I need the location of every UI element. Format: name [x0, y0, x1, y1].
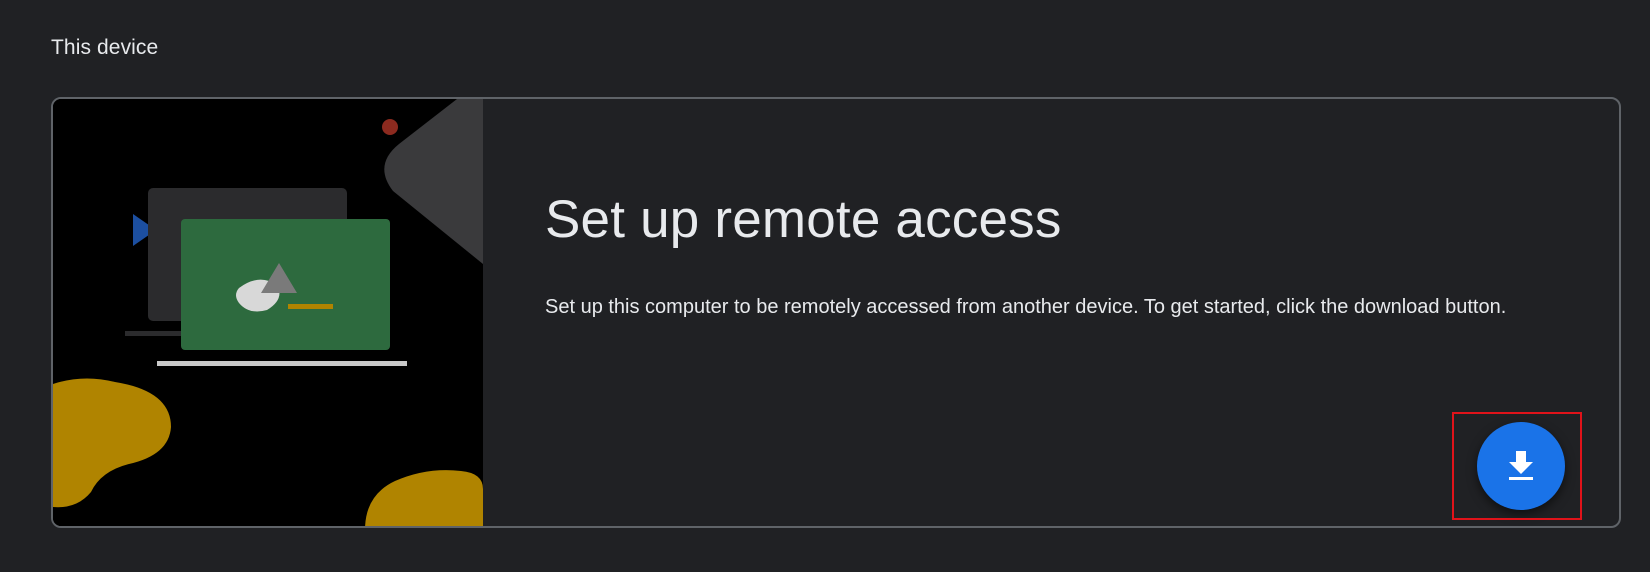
setup-remote-access-card: Set up remote access Set up this compute… [51, 97, 1621, 528]
card-description: Set up this computer to be remotely acce… [545, 296, 1507, 318]
remote-access-illustration [53, 99, 483, 526]
download-icon [1508, 451, 1534, 481]
download-button[interactable] [1477, 422, 1565, 510]
card-content: Set up remote access Set up this compute… [545, 99, 1619, 526]
section-title: This device [51, 36, 159, 59]
card-headline: Set up remote access [545, 190, 1062, 249]
